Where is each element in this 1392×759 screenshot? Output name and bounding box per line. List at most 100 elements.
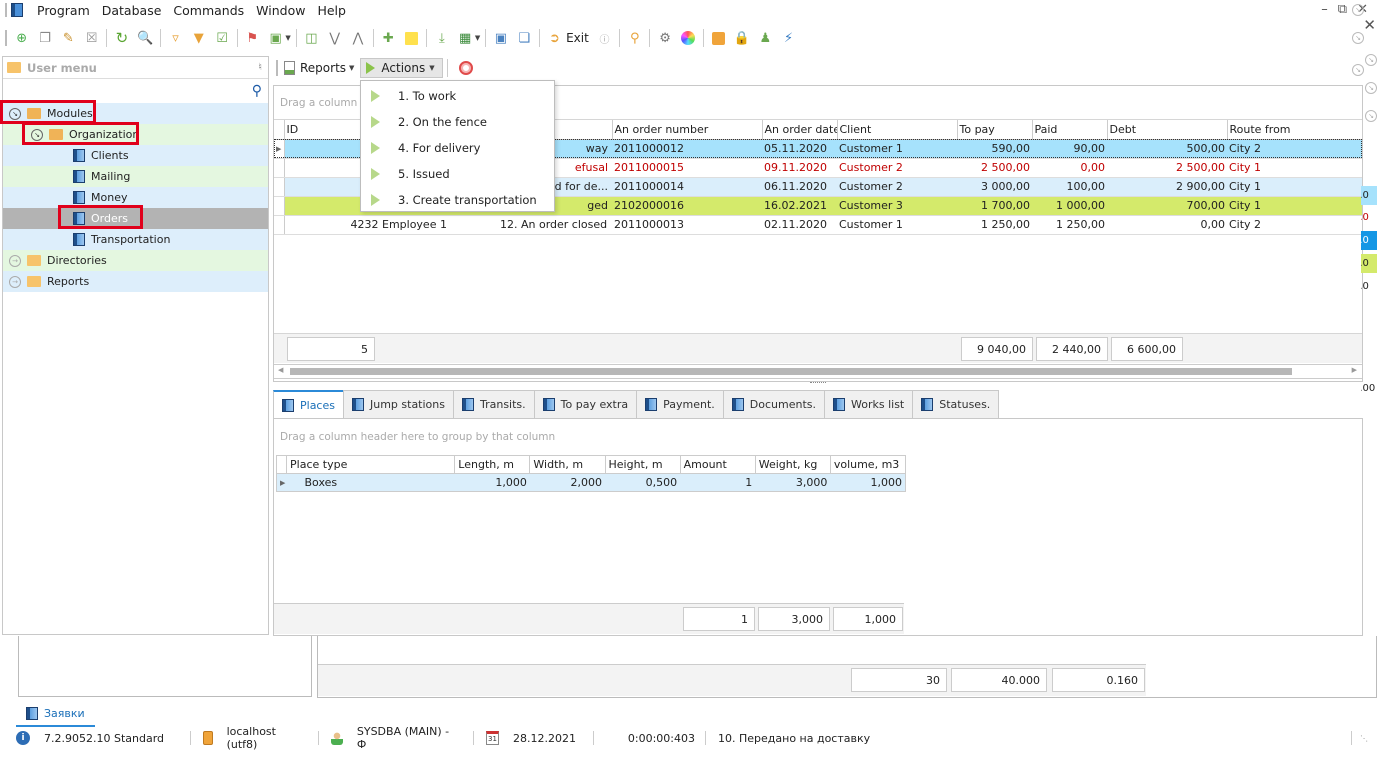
pin-icon[interactable]: ♮: [258, 62, 262, 73]
collapse-icon[interactable]: ↘: [1352, 32, 1364, 44]
cell-debt[interactable]: 2 500,00: [1107, 158, 1227, 178]
image-icon[interactable]: ▣: [267, 29, 284, 47]
flag-icon[interactable]: ⚑: [244, 29, 261, 47]
tab-payment[interactable]: Payment.: [636, 390, 724, 418]
restore-icon[interactable]: ⧉: [1338, 2, 1347, 17]
expand-icon[interactable]: ⋀: [349, 29, 366, 47]
rss-icon[interactable]: [710, 29, 727, 47]
cell-paid[interactable]: 100,00: [1032, 177, 1107, 197]
menu-database[interactable]: Database: [96, 3, 168, 18]
search-icon[interactable]: 🔍: [137, 29, 154, 47]
column-header-client[interactable]: Client: [837, 120, 958, 140]
close-app-icon[interactable]: ✕: [1363, 16, 1376, 34]
scrollbar-thumb[interactable]: [290, 368, 1292, 375]
edit-icon[interactable]: ✎: [60, 29, 77, 47]
cell-client[interactable]: Customer 2: [837, 158, 957, 178]
filter-icon[interactable]: ▿: [167, 29, 184, 47]
action-to-work[interactable]: 1. To work: [361, 83, 554, 109]
cell-amount[interactable]: 1: [680, 473, 756, 492]
tab-documents[interactable]: Documents.: [722, 390, 825, 418]
chevron-down-icon[interactable]: ▼: [475, 34, 480, 42]
expand-circle-icon[interactable]: →: [9, 275, 21, 288]
cell-route-from[interactable]: City 1: [1227, 158, 1362, 178]
close-all-windows-icon[interactable]: ❏: [516, 29, 533, 47]
cell-paid[interactable]: 1 250,00: [1032, 215, 1107, 235]
cell-paid[interactable]: 1 000,00: [1032, 196, 1107, 216]
resize-grip-icon[interactable]: ⋱: [1360, 734, 1368, 743]
column-header-order-number[interactable]: An order number: [612, 120, 763, 140]
menu-help[interactable]: Help: [311, 3, 352, 18]
cell-to-pay[interactable]: 2 500,00: [957, 158, 1032, 178]
chevron-down-icon[interactable]: ▼: [285, 34, 290, 42]
cell-weight[interactable]: 3,000: [755, 473, 831, 492]
column-header-to-pay[interactable]: To pay: [957, 120, 1033, 140]
collapse-icon[interactable]: ↘: [1365, 82, 1377, 94]
cell-client[interactable]: Customer 3: [837, 196, 957, 216]
action-for-delivery[interactable]: 4. For delivery: [361, 135, 554, 161]
stop-icon[interactable]: [458, 60, 473, 75]
column-header-amount[interactable]: Amount: [679, 455, 756, 474]
scroll-left-icon[interactable]: ◀: [278, 366, 283, 374]
cell-order-date[interactable]: 02.11.2020: [762, 215, 837, 235]
close-window-icon[interactable]: ▣: [492, 29, 509, 47]
splitter-grip[interactable]: [810, 382, 826, 385]
cell-route-from[interactable]: City 2: [1227, 139, 1362, 159]
color-wheel-icon[interactable]: [680, 29, 697, 47]
horizontal-scrollbar[interactable]: ◀ ▶: [274, 364, 1362, 379]
cell-order-number[interactable]: 2011000012: [612, 139, 762, 159]
column-header-width[interactable]: Width, m: [529, 455, 606, 474]
cell-height[interactable]: 0,500: [605, 473, 681, 492]
cell-id[interactable]: 4232 Employee 1: [284, 215, 498, 235]
cell-route-from[interactable]: City 1: [1227, 177, 1362, 197]
reports-button[interactable]: Reports: [300, 61, 346, 75]
column-header-place-type[interactable]: Place type: [286, 455, 456, 474]
cell-debt[interactable]: 0,00: [1107, 215, 1227, 235]
chevron-down-icon[interactable]: ▼: [349, 64, 354, 72]
group-panel-hint[interactable]: Drag a column header here to group by th…: [274, 419, 1362, 455]
tree-item-directories[interactable]: → Directories: [3, 250, 268, 271]
cell-order-number[interactable]: 2011000013: [612, 215, 762, 235]
cell-order-number[interactable]: 2011000014: [612, 177, 762, 197]
exit-icon[interactable]: ➲: [546, 29, 563, 47]
cell-order-date[interactable]: 06.11.2020: [762, 177, 837, 197]
tree-item-clients[interactable]: Clients: [3, 145, 268, 166]
cell-client[interactable]: Customer 1: [837, 215, 957, 235]
column-header-route-from[interactable]: Route from: [1227, 120, 1363, 140]
collapse-icon[interactable]: ↘: [1352, 64, 1364, 76]
tab-jump-stations[interactable]: Jump stations: [342, 390, 454, 418]
cell-route-from[interactable]: City 2: [1227, 215, 1362, 235]
add-icon[interactable]: ⊕: [13, 29, 30, 47]
note-icon[interactable]: [403, 29, 420, 47]
cell-status[interactable]: 12. An order closed: [498, 215, 612, 235]
cell-width[interactable]: 2,000: [529, 473, 605, 492]
copy-icon[interactable]: ❐: [36, 29, 53, 47]
collapse-icon[interactable]: ↘: [1365, 110, 1377, 122]
cell-route-from[interactable]: City 1: [1227, 196, 1362, 216]
menu-program[interactable]: Program: [31, 3, 96, 18]
cell-to-pay[interactable]: 3 000,00: [957, 177, 1032, 197]
cell-debt[interactable]: 500,00: [1107, 139, 1227, 159]
collapse-icon[interactable]: ⋁: [326, 29, 343, 47]
action-create-transportation[interactable]: 3. Create transportation: [361, 187, 554, 213]
tab-works-list[interactable]: Works list: [824, 390, 914, 418]
cell-paid[interactable]: 90,00: [1032, 139, 1107, 159]
tree-item-mailing[interactable]: Mailing: [3, 166, 268, 187]
tree-item-transportation[interactable]: Transportation: [3, 229, 268, 250]
cell-paid[interactable]: 0,00: [1032, 158, 1107, 178]
column-header-paid[interactable]: Paid: [1032, 120, 1108, 140]
cell-order-date[interactable]: 09.11.2020: [762, 158, 837, 178]
expand-circle-icon[interactable]: →: [9, 254, 21, 267]
excel-icon[interactable]: ▦: [457, 29, 474, 47]
filter-apply-icon[interactable]: ▼: [190, 29, 207, 47]
actions-button[interactable]: Actions ▼: [360, 57, 443, 78]
menu-commands[interactable]: Commands: [167, 3, 250, 18]
cell-debt[interactable]: 2 900,00: [1107, 177, 1227, 197]
add-column-icon[interactable]: ✚: [380, 29, 397, 47]
cell-to-pay[interactable]: 1 250,00: [957, 215, 1032, 235]
cell-length[interactable]: 1,000: [454, 473, 530, 492]
collapse-toolbar-icon[interactable]: ⓘ: [596, 29, 613, 47]
cell-volume[interactable]: 1,000: [830, 473, 907, 492]
action-issued[interactable]: 5. Issued: [361, 161, 554, 187]
column-header-length[interactable]: Length, m: [454, 455, 531, 474]
cell-order-number[interactable]: 2102000016: [612, 196, 762, 216]
